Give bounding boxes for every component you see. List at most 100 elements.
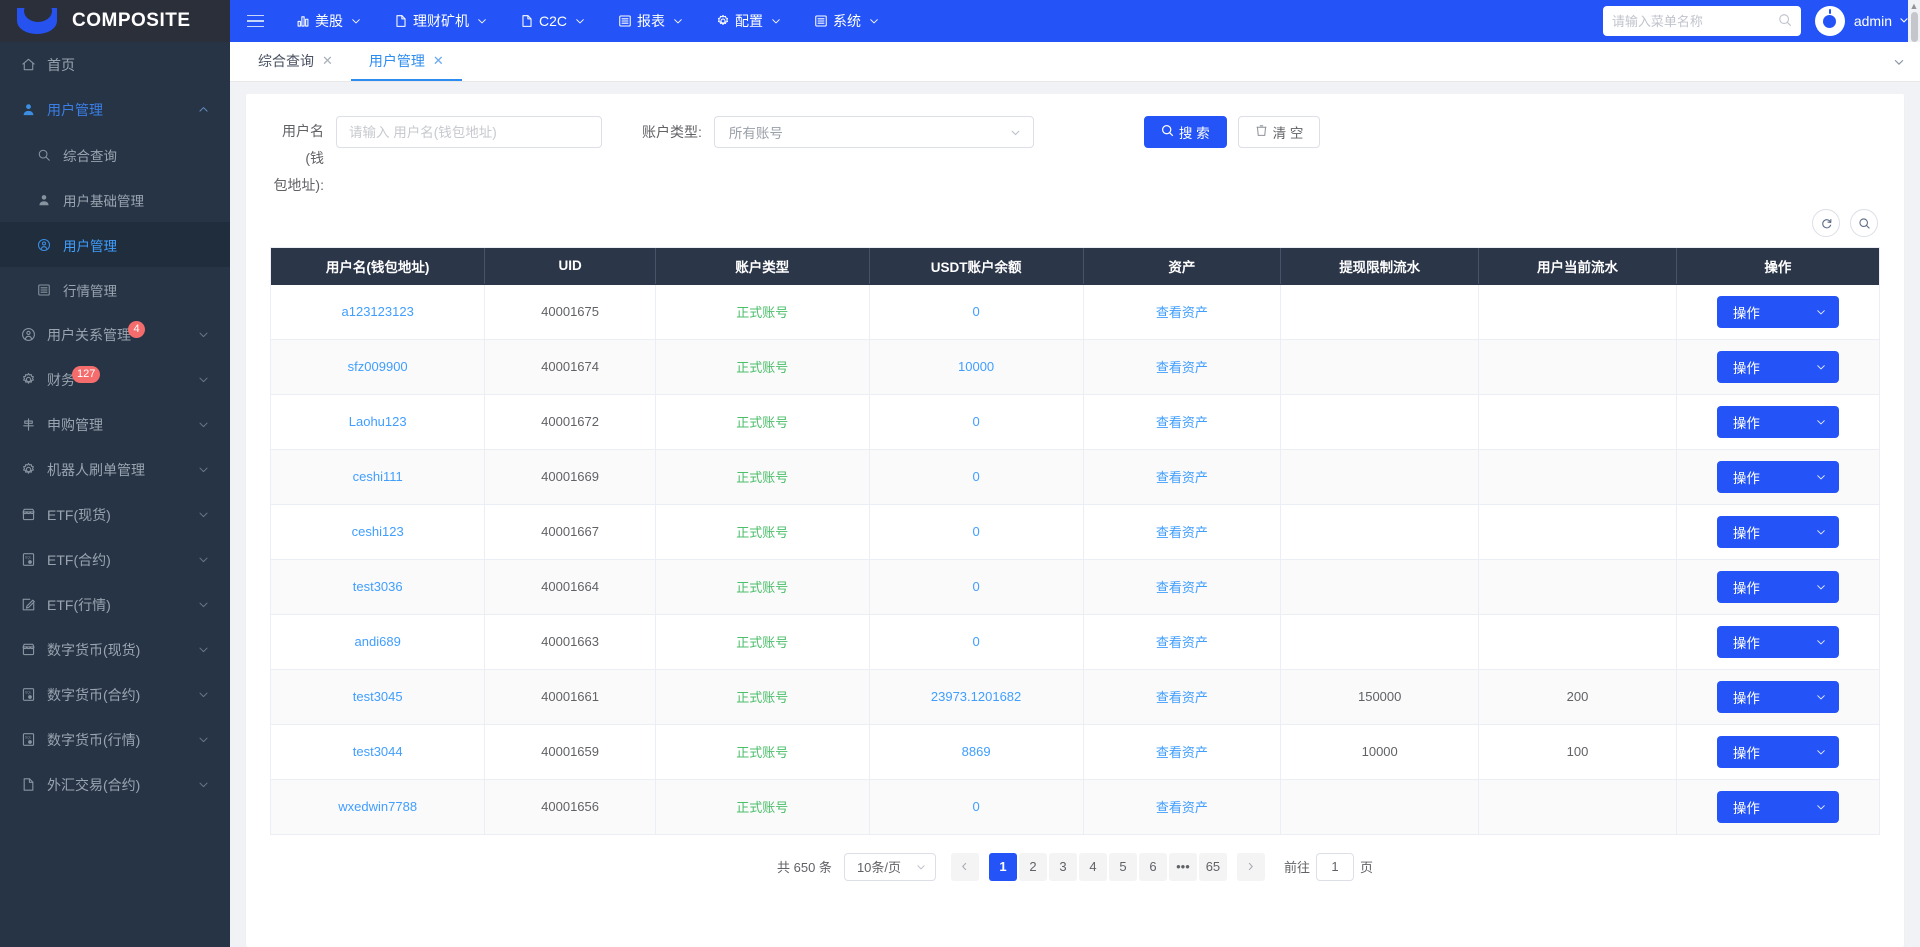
usdt-balance-link[interactable]: 23973.1201682 (931, 689, 1021, 704)
topnav-item-4[interactable]: 配置 (700, 0, 798, 42)
username-input[interactable] (349, 125, 589, 140)
chevron-down-icon[interactable] (1815, 306, 1827, 318)
sidebar-item-7[interactable]: 财务127 (0, 357, 230, 402)
chevron-down-icon[interactable] (197, 733, 210, 746)
sidebar-item-15[interactable]: SQL数字货币(行情) (0, 717, 230, 762)
username-link[interactable]: a123123123 (342, 304, 414, 319)
view-asset-link[interactable]: 查看资产 (1156, 305, 1208, 320)
account-type-select[interactable]: 所有账号 (714, 116, 1034, 148)
chevron-down-icon[interactable] (672, 15, 684, 27)
chevron-down-icon[interactable] (197, 418, 210, 431)
chevron-down-icon[interactable] (197, 328, 210, 341)
pagination-page-65[interactable]: 65 (1199, 853, 1227, 881)
chevron-down-icon[interactable] (868, 15, 880, 27)
chevron-down-icon[interactable] (1815, 416, 1827, 428)
chevron-down-icon[interactable] (1815, 361, 1827, 373)
username-link[interactable]: andi689 (355, 634, 401, 649)
action-button[interactable]: 操作 (1717, 681, 1839, 713)
action-button[interactable]: 操作 (1717, 571, 1839, 603)
usdt-balance-link[interactable]: 0 (972, 634, 979, 649)
tab-用户管理[interactable]: 用户管理✕ (351, 42, 462, 81)
topnav-item-2[interactable]: C2C (504, 0, 602, 42)
chevron-down-icon[interactable] (1815, 801, 1827, 813)
pagination-next-button[interactable] (1237, 853, 1265, 881)
username-link[interactable]: test3036 (353, 579, 403, 594)
action-button[interactable]: 操作 (1717, 516, 1839, 548)
chevron-down-icon[interactable] (1815, 746, 1827, 758)
chevron-down-icon[interactable] (1815, 636, 1827, 648)
scroll-up-arrow-icon[interactable]: ▲ (1910, 1, 1919, 11)
search-icon[interactable] (1778, 13, 1792, 30)
chevron-down-icon[interactable] (350, 15, 362, 27)
chevron-down-icon[interactable] (197, 373, 210, 386)
action-button[interactable]: 操作 (1717, 626, 1839, 658)
chevron-down-icon[interactable] (1815, 471, 1827, 483)
refresh-icon[interactable] (1812, 209, 1840, 237)
sidebar-item-13[interactable]: 数字货币(现货) (0, 627, 230, 672)
view-asset-link[interactable]: 查看资产 (1156, 415, 1208, 430)
view-asset-link[interactable]: 查看资产 (1156, 580, 1208, 595)
tabs-more-icon[interactable] (1878, 42, 1920, 81)
chevron-down-icon[interactable] (197, 688, 210, 701)
username-link[interactable]: test3045 (353, 689, 403, 704)
sidebar-item-0[interactable]: 首页 (0, 42, 230, 87)
sidebar-item-10[interactable]: ETF(现货) (0, 492, 230, 537)
view-asset-link[interactable]: 查看资产 (1156, 470, 1208, 485)
tab-综合查询[interactable]: 综合查询✕ (240, 42, 351, 81)
pagination-page-1[interactable]: 1 (989, 853, 1017, 881)
username-input-box[interactable] (336, 116, 602, 148)
view-asset-link[interactable]: 查看资产 (1156, 690, 1208, 705)
chevron-down-icon[interactable] (197, 553, 210, 566)
pagination-page-3[interactable]: 3 (1049, 853, 1077, 881)
action-button[interactable]: 操作 (1717, 406, 1839, 438)
topnav-item-3[interactable]: 报表 (602, 0, 700, 42)
close-icon[interactable]: ✕ (433, 54, 444, 67)
username-link[interactable]: test3044 (353, 744, 403, 759)
usdt-balance-link[interactable]: 8869 (962, 744, 991, 759)
username-link[interactable]: ceshi123 (352, 524, 404, 539)
chevron-up-icon[interactable] (197, 103, 210, 116)
chevron-down-icon[interactable] (1815, 691, 1827, 703)
sidebar-item-5[interactable]: 行情管理 (0, 267, 230, 312)
chevron-down-icon[interactable] (1815, 526, 1827, 538)
usdt-balance-link[interactable]: 0 (972, 524, 979, 539)
sidebar-item-8[interactable]: 申购管理 (0, 402, 230, 447)
chevron-down-icon[interactable] (770, 15, 782, 27)
chevron-down-icon[interactable] (476, 15, 488, 27)
search-button[interactable]: 搜 索 (1144, 116, 1227, 148)
pagination-prev-button[interactable] (951, 853, 979, 881)
sidebar-item-2[interactable]: 综合查询 (0, 132, 230, 177)
action-button[interactable]: 操作 (1717, 791, 1839, 823)
sidebar-item-6[interactable]: 用户关系管理4 (0, 312, 230, 357)
view-asset-link[interactable]: 查看资产 (1156, 635, 1208, 650)
usdt-balance-link[interactable]: 0 (972, 579, 979, 594)
chevron-down-icon[interactable] (1009, 126, 1022, 139)
page-size-select[interactable]: 10条/页 (844, 853, 936, 881)
sidebar-item-1[interactable]: 用户管理 (0, 87, 230, 132)
pagination-page-5[interactable]: 5 (1109, 853, 1137, 881)
pagination-page-6[interactable]: 6 (1139, 853, 1167, 881)
chevron-down-icon[interactable] (197, 508, 210, 521)
pagination-page-4[interactable]: 4 (1079, 853, 1107, 881)
chevron-down-icon[interactable] (915, 861, 927, 873)
topnav-item-1[interactable]: 理财矿机 (378, 0, 504, 42)
username-link[interactable]: Laohu123 (349, 414, 407, 429)
topnav-item-5[interactable]: 系统 (798, 0, 896, 42)
username-link[interactable]: wxedwin7788 (338, 799, 417, 814)
action-button[interactable]: 操作 (1717, 351, 1839, 383)
page-scrollbar[interactable]: ▲ (1908, 0, 1920, 42)
sidebar-item-3[interactable]: 用户基础管理 (0, 177, 230, 222)
chevron-down-icon[interactable] (574, 15, 586, 27)
sidebar-item-4[interactable]: 用户管理 (0, 222, 230, 267)
usdt-balance-link[interactable]: 10000 (958, 359, 994, 374)
sidebar-item-11[interactable]: SQLETF(合约) (0, 537, 230, 582)
avatar[interactable] (1815, 6, 1845, 36)
usdt-balance-link[interactable]: 0 (972, 304, 979, 319)
usdt-balance-link[interactable]: 0 (972, 414, 979, 429)
usdt-balance-link[interactable]: 0 (972, 799, 979, 814)
sidebar-item-9[interactable]: 机器人刷单管理 (0, 447, 230, 492)
chevron-down-icon[interactable] (197, 598, 210, 611)
view-asset-link[interactable]: 查看资产 (1156, 525, 1208, 540)
sidebar-item-14[interactable]: SQL数字货币(合约) (0, 672, 230, 717)
magnifier-icon[interactable] (1850, 209, 1878, 237)
